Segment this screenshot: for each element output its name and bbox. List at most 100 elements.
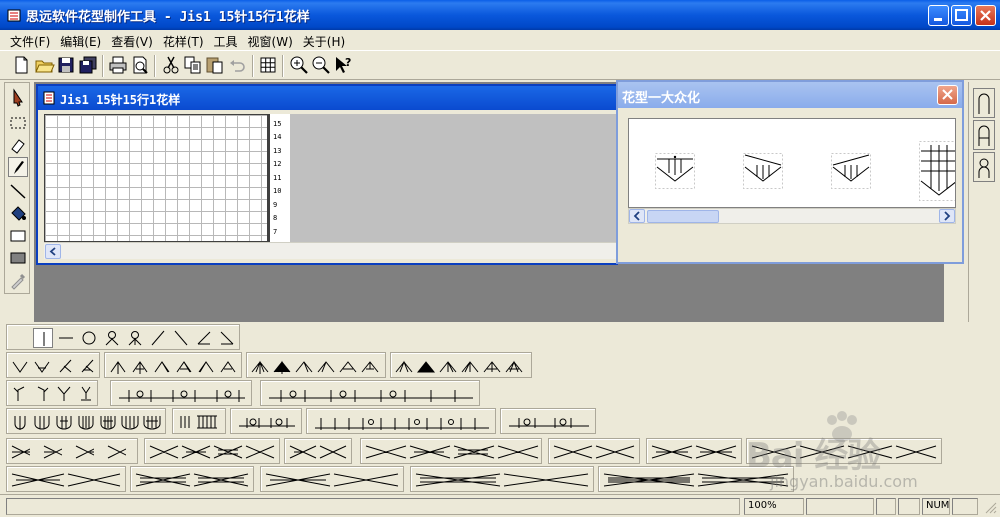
cable-long-icon[interactable] — [265, 384, 477, 404]
cluster-4-bar-icon[interactable] — [98, 412, 118, 432]
left-slant-icon[interactable] — [171, 328, 191, 348]
slip-right-icon[interactable] — [10, 384, 30, 404]
triple-dec-bar-icon[interactable] — [338, 356, 358, 376]
blank-stitch-icon[interactable] — [11, 328, 31, 348]
menu-pattern[interactable]: 花样(T) — [159, 30, 210, 50]
triple-dec-icon[interactable] — [250, 356, 270, 376]
right-twist-bar-icon[interactable] — [174, 356, 194, 376]
eraser-icon[interactable] — [8, 135, 28, 155]
new-file-icon[interactable] — [10, 54, 32, 76]
cluster-3-icon[interactable] — [32, 412, 52, 432]
cross-7x7-icon[interactable] — [602, 470, 792, 490]
eyedropper-icon[interactable] — [8, 270, 28, 290]
pattern-thumbnail[interactable] — [655, 153, 695, 189]
pattern-thumbnail[interactable] — [831, 153, 871, 189]
purl-stitch-icon[interactable] — [56, 328, 76, 348]
horizontal-scrollbar[interactable] — [44, 242, 616, 259]
save-icon[interactable] — [55, 54, 77, 76]
scroll-left-button[interactable] — [45, 244, 61, 259]
menu-file[interactable]: 文件(F) — [6, 30, 56, 50]
minimize-button[interactable] — [928, 5, 949, 26]
filled-rectangle-icon[interactable] — [8, 248, 28, 268]
paste-icon[interactable] — [204, 54, 226, 76]
right-decrease-icon[interactable] — [194, 328, 214, 348]
stitch-grid[interactable] — [44, 114, 268, 242]
cable-2x2-icon[interactable] — [235, 412, 299, 432]
cluster-3-bar-icon[interactable] — [54, 412, 74, 432]
cross-1x1-plain-icon[interactable] — [106, 442, 126, 462]
nupp-stitch-icon[interactable] — [125, 328, 145, 348]
slip-left-icon[interactable] — [32, 384, 52, 404]
slip-y-bar-icon[interactable] — [76, 384, 96, 404]
yarn-over-icon[interactable] — [79, 328, 99, 348]
left-decrease-icon[interactable] — [217, 328, 237, 348]
bobble-stitch-icon[interactable] — [102, 328, 122, 348]
copy-icon[interactable] — [182, 54, 204, 76]
quad-dec-filled-icon[interactable] — [416, 356, 436, 376]
menu-view[interactable]: 查看(V) — [107, 30, 159, 50]
undo-icon[interactable] — [226, 54, 248, 76]
arch-stitch-icon[interactable] — [973, 88, 995, 118]
close-button[interactable] — [975, 5, 996, 26]
triple-dec-filled-icon[interactable] — [272, 356, 292, 376]
pattern-library-scrollbar[interactable] — [628, 208, 956, 224]
save-all-icon[interactable] — [77, 54, 99, 76]
cluster-5-bar-icon[interactable] — [142, 412, 162, 432]
cross-wide-double-icon[interactable] — [134, 470, 252, 490]
quad-dec-left-icon[interactable] — [460, 356, 480, 376]
menu-window[interactable]: 视窗(W) — [244, 30, 299, 50]
menu-about[interactable]: 关于(H) — [299, 30, 351, 50]
cross-3x3-plain-icon[interactable] — [552, 442, 638, 462]
pattern-thumbnail[interactable] — [919, 141, 956, 201]
context-help-icon[interactable]: ? — [332, 54, 354, 76]
pattern-library-close-button[interactable] — [937, 85, 958, 105]
pattern-library-titlebar[interactable]: 花型一大众化 — [618, 82, 962, 108]
quad-dec-loop-icon[interactable] — [504, 356, 524, 376]
cable-3x3-icon[interactable] — [115, 384, 249, 404]
grid-icon[interactable] — [257, 54, 279, 76]
cross-3x3-icon[interactable] — [364, 442, 540, 462]
rib-stitch-icon[interactable] — [177, 412, 223, 432]
line-icon[interactable] — [8, 181, 28, 201]
pattern-thumbnail[interactable] — [743, 153, 783, 189]
k2tog-bar-icon[interactable] — [32, 356, 52, 376]
cross-4x4-icon[interactable] — [750, 442, 940, 462]
cable-6x6-icon[interactable] — [505, 412, 593, 432]
cable-4x4-icon[interactable] — [311, 412, 493, 432]
title-bar[interactable]: 思远软件花型制作工具 - Jis1 15针15行1花样 — [0, 0, 1000, 30]
ssk-icon[interactable] — [54, 356, 74, 376]
right-slant-icon[interactable] — [148, 328, 168, 348]
quad-dec-icon[interactable] — [394, 356, 414, 376]
cross-1x1-icon[interactable] — [10, 442, 30, 462]
cluster-4-icon[interactable] — [76, 412, 96, 432]
left-twist-bar-icon[interactable] — [218, 356, 238, 376]
maximize-button[interactable] — [951, 5, 972, 26]
cdd-bar-icon[interactable] — [130, 356, 150, 376]
rectangle-icon[interactable] — [8, 226, 28, 246]
pencil-icon[interactable] — [8, 157, 28, 177]
pattern-editor-titlebar[interactable]: Jis1 15针15行1花样 — [38, 86, 616, 110]
print-icon[interactable] — [107, 54, 129, 76]
cross-5x5-icon[interactable] — [264, 470, 402, 490]
scroll-left-button[interactable] — [629, 209, 645, 223]
cross-3x3-bar-icon[interactable] — [650, 442, 740, 462]
cross-2x2-icon[interactable] — [148, 442, 276, 462]
triple-dec-right-icon[interactable] — [294, 356, 314, 376]
open-folder-icon[interactable] — [33, 54, 55, 76]
print-preview-icon[interactable] — [129, 54, 151, 76]
menu-edit[interactable]: 编辑(E) — [56, 30, 107, 50]
cluster-5-icon[interactable] — [120, 412, 140, 432]
zoom-in-icon[interactable] — [288, 54, 310, 76]
triple-dec-left-icon[interactable] — [316, 356, 336, 376]
double-arch-stitch-icon[interactable] — [973, 120, 995, 150]
knit-stitch-icon[interactable] — [33, 328, 53, 348]
cross-wide-icon[interactable] — [10, 470, 124, 490]
triple-dec-loop-icon[interactable] — [360, 356, 380, 376]
cross-1x1-left-icon[interactable] — [42, 442, 62, 462]
cdd-icon[interactable] — [108, 356, 128, 376]
select-arrow-icon[interactable] — [8, 87, 28, 107]
quad-dec-right-icon[interactable] — [438, 356, 458, 376]
cross-twist-icon[interactable] — [288, 442, 350, 462]
resize-grip-icon[interactable] — [984, 501, 998, 515]
loop-stitch-icon[interactable] — [973, 152, 995, 182]
